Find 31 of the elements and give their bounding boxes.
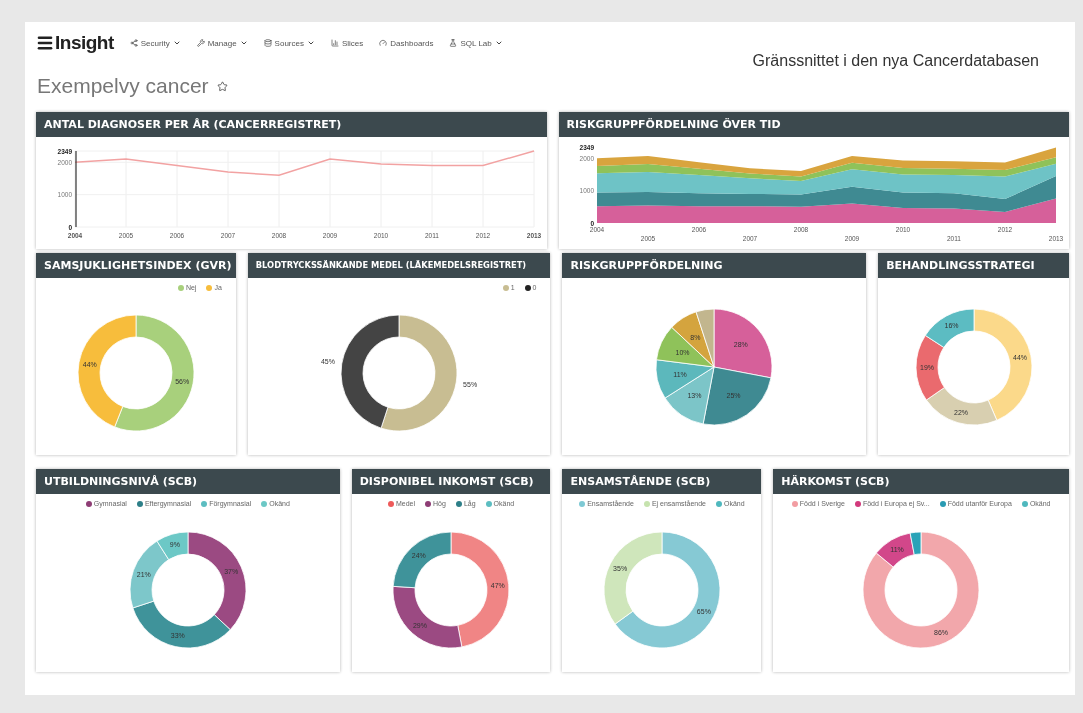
menu-icon[interactable] [36,34,54,52]
nav-menu-item[interactable]: Security [129,38,181,48]
panel-title: RISKGRUPPFÖRDELNING [562,253,867,278]
panel-title: UTBILDNINGSNIVÅ (SCB) [36,469,340,494]
dashboard-title: Exempelvy cancer [37,74,209,98]
nav-menu-item[interactable]: Sources [263,38,315,48]
star-icon[interactable] [216,80,228,92]
panel-title: BEHANDLINGSSTRATEGI [878,253,1069,278]
nav-menu-item[interactable]: Dashboards [379,38,434,48]
nav-item-icon [379,39,388,47]
caret-icon [494,39,503,47]
nav-item-icon [263,39,272,47]
panel-title: BLODTRYCKSSÄNKANDE MEDEL (LÄKEMEDELSREGISTRET) [247,253,551,278]
nav-menu-item[interactable]: SQL Lab [449,38,503,48]
panel-title: DISPONIBEL INKOMST (SCB) [351,469,551,494]
caret-icon [239,39,248,47]
nav-menu-item[interactable]: Manage [196,38,248,48]
panel-title: SAMSJUKLIGHETSINDEX (GVR) [36,253,236,278]
caption: Gränssnittet i den nya Cancerdatabasen [752,52,1039,70]
nav-item-icon [330,39,339,47]
panel-title: ANTAL DIAGNOSER PER ÅR (CANCERREGISTRET) [36,112,547,137]
app-logo[interactable]: Insight [36,32,114,54]
caret-icon [306,39,315,47]
nav-item-icon [449,39,458,47]
nav-item-icon [129,39,138,47]
caret-icon [172,39,181,47]
panel-title: ENSAMSTÅENDE (SCB) [562,469,762,494]
nav-menu-item[interactable]: Slices [330,38,364,48]
panel-title: HÄRKOMST (SCB) [773,469,1069,494]
nav-item-icon [196,39,205,47]
panel-title: RISKGRUPPFÖRDELNING ÖVER TID [558,112,1069,137]
